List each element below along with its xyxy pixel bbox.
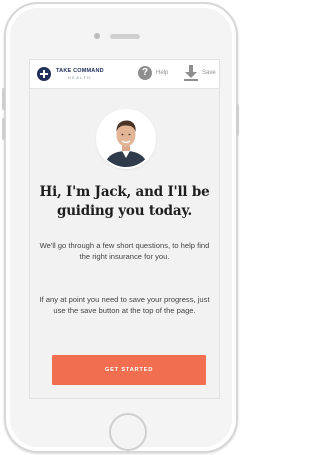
help-button[interactable]: Help [156, 70, 168, 76]
jack-portrait [98, 111, 154, 167]
save-button[interactable]: Save [202, 70, 216, 76]
intro-text: We'll go through a few short questions, … [39, 241, 210, 261]
power-button [236, 104, 239, 136]
mockup-stage: TAKE COMMAND HEALTH ? Help Save Hi, I'm … [0, 0, 247, 455]
phone-screen: TAKE COMMAND HEALTH ? Help Save Hi, I'm … [29, 59, 220, 399]
download-icon[interactable] [184, 65, 198, 81]
app-header: TAKE COMMAND HEALTH ? Help Save [30, 60, 219, 89]
plus-circle-icon[interactable] [37, 67, 51, 81]
question-circle-icon[interactable]: ? [138, 66, 152, 80]
get-started-button[interactable]: GET STARTED [52, 355, 206, 385]
home-button [109, 413, 147, 451]
volume-button [2, 118, 5, 140]
volume-button [2, 88, 5, 110]
save-hint-text: If any at point you need to save your pr… [39, 295, 210, 315]
avatar [98, 111, 154, 167]
logo-wordmark[interactable]: TAKE COMMAND [56, 68, 104, 74]
front-camera [94, 33, 100, 39]
logo-subtitle: HEALTH [68, 76, 92, 80]
earpiece-speaker [110, 34, 140, 39]
page-title: Hi, I'm Jack, and I'll be guiding you to… [39, 184, 210, 219]
